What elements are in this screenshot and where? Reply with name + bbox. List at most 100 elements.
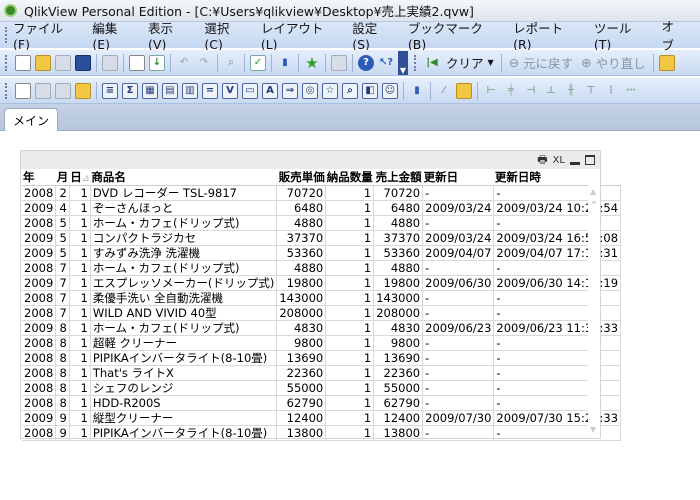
- toolbar-overflow-button[interactable]: ▼: [398, 50, 408, 75]
- clear-icon[interactable]: |◀: [424, 55, 440, 71]
- cell-unit-price[interactable]: 22360: [276, 365, 327, 381]
- cell-product-name[interactable]: 縦型クリーナー: [90, 410, 278, 426]
- table-box[interactable]: 🖶 XL 年月日⊿ 商品名 販売単価 納品数量 売上金額 更新日 更新日時 2008 2 1 DV…: [20, 150, 622, 441]
- cell-unit-price[interactable]: 19800: [276, 275, 327, 291]
- cell-product-name[interactable]: ホーム・カフェ(ドリップ式): [90, 320, 278, 336]
- cell-product-name[interactable]: That's ライトX: [90, 365, 278, 381]
- distribute-horizontal-icon[interactable]: ⋯: [623, 83, 639, 99]
- cell-updated-date[interactable]: 2009/04/07: [422, 245, 495, 261]
- cell-product-name[interactable]: シェフのレンジ: [90, 380, 278, 396]
- cell-sales-amount[interactable]: 19800: [373, 275, 424, 291]
- cell-updated-date[interactable]: 2009/03/24: [422, 200, 495, 216]
- cell-month[interactable]: 2: [55, 185, 70, 201]
- cell-year[interactable]: 2008: [22, 185, 57, 201]
- chart-wizard-2-icon[interactable]: ▮: [409, 83, 425, 99]
- cell-updated-date[interactable]: -: [422, 305, 495, 321]
- cell-day[interactable]: 1: [69, 230, 91, 246]
- cell-updated-date[interactable]: -: [422, 350, 495, 366]
- table-row[interactable]: 2009 7 1 エスプレッソメーカー(ドリップ式) 19800 1 19800 2009/0…: [22, 275, 622, 291]
- cell-day[interactable]: 1: [69, 245, 91, 261]
- menu-view[interactable]: 表示(V): [148, 18, 190, 52]
- cell-day[interactable]: 1: [69, 395, 91, 411]
- column-header-updated-datetime[interactable]: 更新日時: [493, 169, 621, 186]
- cell-month[interactable]: 8: [55, 380, 70, 396]
- minimize-icon[interactable]: [570, 155, 580, 165]
- cell-year[interactable]: 2009: [22, 275, 57, 291]
- add-sheet-icon[interactable]: [15, 82, 31, 99]
- cell-sales-amount[interactable]: 22360: [373, 365, 424, 381]
- cell-sales-amount[interactable]: 4880: [373, 260, 424, 276]
- cell-updated-datetime[interactable]: -: [493, 380, 622, 396]
- cell-updated-datetime[interactable]: -: [493, 350, 622, 366]
- column-header-quantity[interactable]: 納品数量: [325, 169, 374, 186]
- excel-export-icon[interactable]: XL: [553, 155, 565, 166]
- cell-unit-price[interactable]: 9800: [276, 335, 327, 351]
- cell-quantity[interactable]: 1: [325, 275, 375, 291]
- column-header-unit-price[interactable]: 販売単価: [276, 169, 326, 186]
- cell-month[interactable]: 8: [55, 365, 70, 381]
- cell-month[interactable]: 4: [55, 200, 70, 216]
- cell-updated-datetime[interactable]: -: [493, 290, 622, 306]
- cell-quantity[interactable]: 1: [325, 380, 375, 396]
- align-middle-icon[interactable]: ╫: [563, 83, 579, 99]
- button-object-icon[interactable]: ▭: [242, 82, 258, 99]
- undo-icon[interactable]: ↶: [176, 55, 192, 71]
- new-document-icon[interactable]: [15, 54, 31, 71]
- cell-year[interactable]: 2008: [22, 290, 57, 306]
- cell-sales-amount[interactable]: 53360: [373, 245, 424, 261]
- table-row[interactable]: 2008 5 1 ホーム・カフェ(ドリップ式) 4880 1 4880- -: [22, 215, 622, 231]
- input-box-icon[interactable]: =: [202, 82, 218, 99]
- cell-unit-price[interactable]: 143000: [276, 290, 327, 306]
- cell-quantity[interactable]: 1: [325, 335, 375, 351]
- back-button[interactable]: ⊖ 元に戻す: [509, 53, 573, 72]
- cell-product-name[interactable]: 超軽 クリーナー: [90, 335, 278, 351]
- cell-sales-amount[interactable]: 4880: [373, 215, 424, 231]
- cell-day[interactable]: 1: [69, 335, 91, 351]
- cell-updated-date[interactable]: -: [422, 215, 495, 231]
- context-help-icon[interactable]: ↖?: [378, 55, 394, 71]
- cell-sales-amount[interactable]: 4830: [373, 320, 424, 336]
- search-object-icon[interactable]: ⌕: [342, 82, 358, 99]
- table-row[interactable]: 2009 5 1 すみずみ洗浄 洗濯機 53360 1 53360 2009/04/07 200…: [22, 245, 622, 261]
- cell-year[interactable]: 2008: [22, 380, 57, 396]
- cell-updated-date[interactable]: -: [422, 260, 495, 276]
- cell-updated-datetime[interactable]: 2009/03/24 16:56:08: [493, 230, 622, 246]
- clear-button[interactable]: クリア ▼: [446, 53, 494, 72]
- chart-icon[interactable]: ▥: [182, 82, 198, 99]
- cell-quantity[interactable]: 1: [325, 230, 375, 246]
- cell-product-name[interactable]: HDD-R200S: [90, 395, 278, 411]
- column-header-year[interactable]: 年: [22, 169, 56, 186]
- cell-quantity[interactable]: 1: [325, 365, 375, 381]
- cell-quantity[interactable]: 1: [325, 260, 375, 276]
- listbox-icon[interactable]: ≡: [102, 82, 118, 99]
- cell-year[interactable]: 2009: [22, 320, 57, 336]
- align-top-icon[interactable]: ⊤: [583, 83, 599, 99]
- cell-sales-amount[interactable]: 143000: [373, 290, 424, 306]
- cell-product-name[interactable]: すみずみ洗浄 洗濯機: [90, 245, 278, 261]
- cell-quantity[interactable]: 1: [325, 245, 375, 261]
- cell-day[interactable]: 1: [69, 425, 91, 441]
- cell-month[interactable]: 5: [55, 215, 70, 231]
- menu-tools[interactable]: ツール(T): [594, 18, 648, 52]
- table-row[interactable]: 2008 8 1 That's ライトX 22360 1 22360- -: [22, 365, 622, 381]
- cell-updated-date[interactable]: 2009/06/30: [422, 275, 495, 291]
- cell-day[interactable]: 1: [69, 215, 91, 231]
- cell-sales-amount[interactable]: 70720: [373, 185, 424, 201]
- cell-sales-amount[interactable]: 55000: [373, 380, 424, 396]
- cell-quantity[interactable]: 1: [325, 305, 375, 321]
- cell-sales-amount[interactable]: 9800: [373, 335, 424, 351]
- grip-handle[interactable]: [414, 54, 416, 71]
- cell-updated-datetime[interactable]: 2009/06/23 11:33:33: [493, 320, 622, 336]
- table-row[interactable]: 2009 4 1 ぞーさんほっと 6480 1 6480 2009/03/24 2009/03/…: [22, 200, 622, 216]
- menu-file[interactable]: ファイル(F): [13, 18, 78, 52]
- cell-year[interactable]: 2009: [22, 230, 57, 246]
- align-icon[interactable]: [456, 82, 472, 99]
- cell-updated-date[interactable]: -: [422, 380, 495, 396]
- cell-updated-datetime[interactable]: -: [493, 260, 622, 276]
- cell-day[interactable]: 1: [69, 350, 91, 366]
- cell-unit-price[interactable]: 12400: [276, 410, 327, 426]
- cell-month[interactable]: 9: [55, 425, 70, 441]
- cell-updated-datetime[interactable]: -: [493, 365, 622, 381]
- cell-updated-date[interactable]: -: [422, 365, 495, 381]
- menu-bookmarks[interactable]: ブックマーク(B): [408, 18, 499, 52]
